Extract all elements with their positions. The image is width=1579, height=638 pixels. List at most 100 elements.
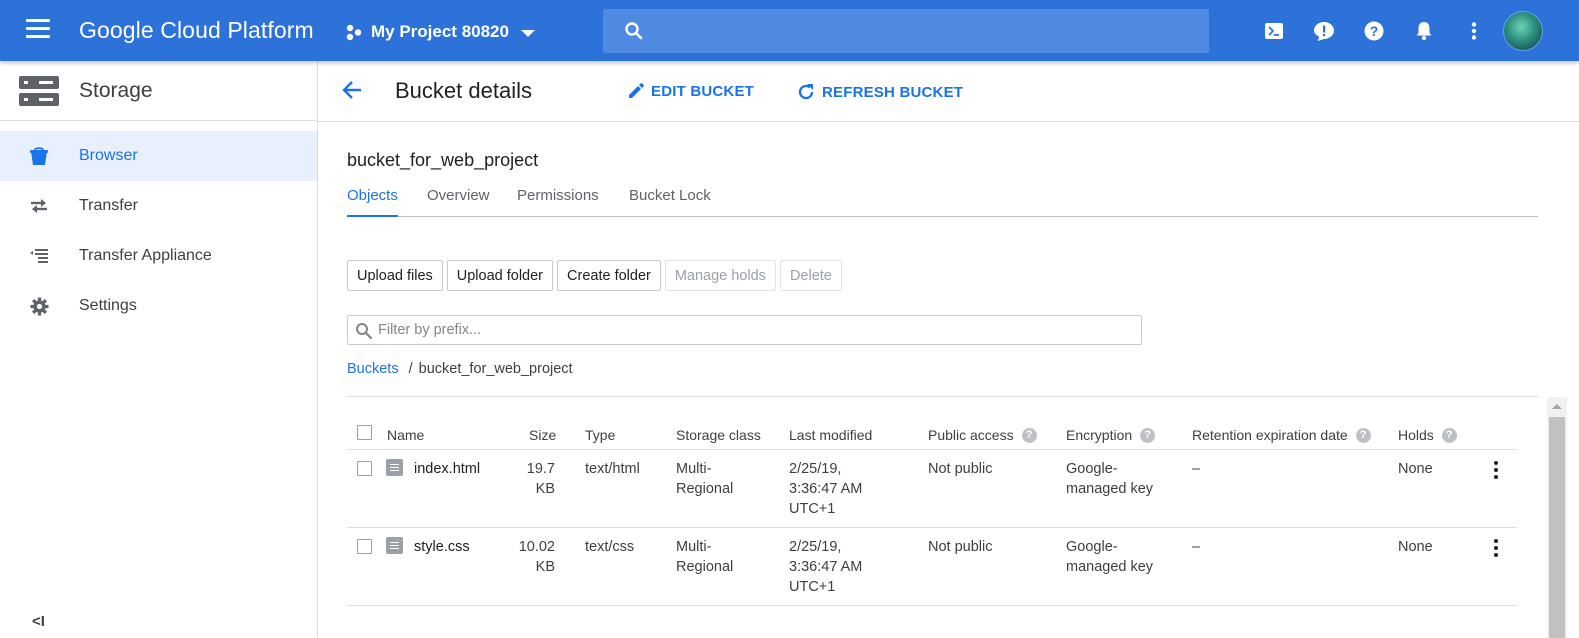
file-name-link[interactable]: index.html [414,459,480,479]
help-icon[interactable]: ? [1021,427,1037,443]
column-holds[interactable]: Holds? [1398,427,1457,443]
tab-permissions[interactable]: Permissions [517,187,599,217]
column-size-label: Size [529,427,557,443]
feedback-icon[interactable] [1310,17,1338,45]
column-retention[interactable]: Retention expiration date? [1192,427,1371,443]
column-type-label: Type [585,427,616,443]
vertical-scrollbar[interactable] [1547,397,1567,638]
last-modified-date: 2/25/19, [789,461,842,477]
sidebar-nav: Browser Transfer Transfer Appliance Sett… [0,131,317,331]
help-icon[interactable]: ? [1441,427,1457,443]
encryption-line1: Google- [1066,461,1118,477]
column-encryption[interactable]: Encryption? [1066,427,1156,443]
last-modified-date: 2/25/19, [789,539,842,555]
retention-date: – [1192,539,1201,555]
file-type: text/css [585,539,635,555]
upload-files-button[interactable]: Upload files [347,260,443,291]
hamburger-menu-icon[interactable] [26,19,52,41]
table-header: Name Size Type Storage class Last modifi… [347,418,1517,450]
column-public-access[interactable]: Public access? [928,427,1037,443]
scrollbar-thumb[interactable] [1549,417,1565,638]
page-header: Bucket details EDIT BUCKET REFRESH BUCKE… [318,61,1579,122]
breadcrumb: Buckets / bucket_for_web_project [347,361,573,377]
file-icon [386,537,403,554]
column-name[interactable]: Name [387,427,424,443]
tab-overview[interactable]: Overview [427,187,490,217]
tab-objects[interactable]: Objects [347,187,398,217]
sidebar-item-transfer-appliance[interactable]: Transfer Appliance [0,231,317,281]
scroll-up-arrow-icon[interactable] [1552,404,1562,409]
sidebar-item-label: Settings [79,297,137,314]
more-vert-icon[interactable] [1492,461,1500,481]
pencil-icon [629,83,644,98]
refresh-bucket-label: REFRESH BUCKET [822,83,964,101]
help-icon[interactable]: ? [1360,17,1388,45]
object-actions: Upload files Upload folder Create folder… [347,260,846,291]
storage-icon [19,76,59,106]
storage-class-line1: Multi- [676,539,712,555]
select-all-checkbox[interactable] [357,425,372,440]
tab-bucket-lock[interactable]: Bucket Lock [629,187,711,217]
file-name-link[interactable]: style.css [414,537,470,557]
more-vert-icon[interactable] [1460,17,1488,45]
project-hexagon-icon [346,24,362,40]
project-selector[interactable]: My Project 80820 [345,18,535,46]
column-encryption-label: Encryption [1066,427,1133,443]
collapse-sidebar-button[interactable]: <I [32,613,45,630]
sidebar: Storage Browser Transfer Transfer Applia… [0,61,318,638]
storage-class-line1: Multi- [676,461,712,477]
last-modified-zone: UTC+1 [789,501,836,517]
filter-input[interactable] [378,319,1128,341]
transfer-icon [28,196,50,216]
search-icon [356,323,373,340]
page-title: Bucket details [395,78,532,103]
file-size-unit: KB [535,559,555,575]
sidebar-item-transfer[interactable]: Transfer [0,181,317,231]
manage-holds-button[interactable]: Manage holds [664,260,776,291]
column-storage-class[interactable]: Storage class [676,427,761,443]
cloud-shell-icon[interactable] [1260,17,1288,45]
table-row: index.html 19.7 KB text/html Multi- Regi… [347,450,1517,528]
notifications-icon[interactable] [1410,17,1438,45]
encryption-line1: Google- [1066,539,1118,555]
more-vert-icon[interactable] [1492,539,1500,559]
appliance-list-icon [28,246,50,266]
storage-class: Multi- Regional [676,537,733,577]
column-size[interactable]: Size [529,427,556,443]
breadcrumb-buckets-link[interactable]: Buckets [347,361,399,377]
brand-title[interactable]: Google Cloud Platform [79,17,314,44]
search-bar[interactable] [603,9,1209,53]
encryption-line2: managed key [1066,559,1154,575]
divider [347,396,1538,397]
help-icon[interactable]: ? [1355,427,1371,443]
sidebar-item-settings[interactable]: Settings [0,281,317,331]
upload-folder-button[interactable]: Upload folder [446,260,554,291]
edit-bucket-button[interactable]: EDIT BUCKET [627,82,754,100]
row-checkbox[interactable] [357,539,372,554]
breadcrumb-separator: / [408,361,413,377]
column-public-access-label: Public access [928,427,1014,443]
row-checkbox[interactable] [357,461,372,476]
chevron-down-icon [520,30,535,37]
sidebar-item-browser[interactable]: Browser [0,131,317,181]
last-modified-time: 3:36:47 AM [789,481,863,497]
edit-bucket-label: EDIT BUCKET [651,82,755,100]
public-access: Not public [928,539,993,555]
create-folder-button[interactable]: Create folder [557,260,661,291]
column-last-modified[interactable]: Last modified [789,427,872,443]
sidebar-item-label: Transfer [79,197,138,214]
column-type[interactable]: Type [585,427,615,443]
refresh-icon [798,84,814,100]
back-arrow-icon[interactable] [341,79,363,106]
help-icon[interactable]: ? [1140,427,1156,443]
avatar[interactable] [1503,11,1543,51]
file-size: 19.7 KB [507,459,555,499]
refresh-bucket-button[interactable]: REFRESH BUCKET [796,82,963,102]
column-holds-label: Holds [1398,427,1434,443]
last-modified: 2/25/19, 3:36:47 AM UTC+1 [789,459,862,519]
sidebar-title: Storage [79,79,153,102]
bucket-tabs: Objects Overview Permissions Bucket Lock [347,186,1538,217]
encryption: Google- managed key [1066,537,1153,577]
delete-button[interactable]: Delete [779,260,842,291]
bucket-icon [28,146,50,166]
